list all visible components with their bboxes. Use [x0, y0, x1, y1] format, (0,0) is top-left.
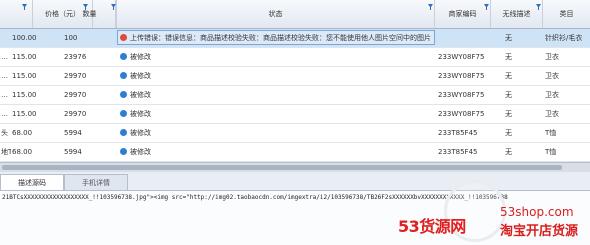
category-cell: 卫衣	[545, 91, 559, 99]
wireless-desc-cell: 无	[505, 72, 512, 80]
filter-icon[interactable]	[111, 4, 116, 10]
watermark-slogan: 淘宝开店货源	[500, 224, 579, 239]
merchant-code-cell: 233WY08F75	[438, 91, 485, 99]
filter-icon[interactable]	[22, 4, 27, 10]
info-icon	[120, 72, 127, 79]
qty-cell: 29970	[64, 110, 87, 118]
filter-icon[interactable]	[428, 4, 433, 10]
price-cell: 115.00	[12, 53, 37, 61]
price-cell: 68.00	[12, 148, 33, 156]
filter-icon[interactable]	[484, 4, 489, 10]
wireless-desc-cell: 无	[505, 34, 512, 42]
category-cell: 卫衣	[545, 110, 559, 118]
price-cell: 115.00	[12, 72, 37, 80]
wireless-desc-cell: 无	[505, 91, 512, 99]
watermark-site: 53shop.com	[500, 205, 574, 219]
tab-source-code[interactable]: 描述源码	[0, 174, 64, 190]
qty-cell: 5994	[64, 148, 82, 156]
status-cell: 被修改	[130, 72, 151, 80]
row-name-fragment: 地T	[1, 148, 11, 156]
wireless-desc-cell: 无	[505, 110, 512, 118]
qty-cell: 23976	[64, 53, 87, 61]
price-cell: 115.00	[12, 110, 37, 118]
tab-mobile-detail[interactable]: 手机详情	[64, 174, 128, 190]
category-cell: T恤	[545, 129, 557, 137]
info-icon	[120, 148, 127, 155]
wireless-desc-cell: 无	[505, 129, 512, 137]
row-name-fragment: …	[1, 72, 8, 80]
table-row[interactable]: … 115.00 29970 被修改 233WY08F75 无 卫衣	[0, 86, 590, 105]
category-cell: 卫衣	[545, 72, 559, 80]
merchant-code-cell: 233WY08F75	[438, 110, 485, 118]
merchant-code-cell: 233WY08F75	[438, 53, 485, 61]
merchant-code-cell: 233T85F45	[438, 148, 478, 156]
filter-icon[interactable]	[536, 4, 541, 10]
table-row[interactable]: 地T 68.00 5994 被修改 233T85F45 无 T恤	[0, 143, 590, 162]
info-icon	[120, 110, 127, 117]
qty-cell: 100	[64, 34, 78, 42]
header-category[interactable]: 类目	[543, 0, 590, 28]
status-cell: 被修改	[130, 91, 151, 99]
wireless-desc-cell: 无	[505, 148, 512, 156]
merchant-code-cell: 233T85F45	[438, 129, 478, 137]
category-cell: 针织衫/毛衣	[545, 34, 583, 42]
detail-tabs: 描述源码 手机详情	[0, 172, 590, 191]
header-prefix	[0, 0, 33, 28]
info-icon	[120, 129, 127, 136]
row-name-fragment: 头	[1, 129, 8, 137]
horizontal-scrollbar[interactable]	[0, 162, 590, 172]
info-icon	[120, 53, 127, 60]
header-qty[interactable]: 数量	[64, 0, 116, 28]
code-line: 21BTCsXXXXXXXXXXXXXXXXXX_!!103596738.jpg…	[2, 194, 508, 201]
status-cell: 被修改	[130, 129, 151, 137]
table-row[interactable]: … 115.00 29970 被修改 233WY08F75 无 卫衣	[0, 105, 590, 124]
info-icon	[120, 91, 127, 98]
merchant-code-cell	[438, 29, 490, 47]
merchant-code-cell: 233WY08F75	[438, 72, 485, 80]
wireless-desc-cell: 无	[505, 53, 512, 61]
table-row[interactable]: … 115.00 23976 被修改 233WY08F75 无 卫衣	[0, 48, 590, 67]
qty-cell: 29970	[64, 72, 87, 80]
category-cell: 卫衣	[545, 53, 559, 61]
header-merchant-code[interactable]: 商家编码	[435, 0, 491, 28]
status-cell: 被修改	[130, 148, 151, 156]
table-row[interactable]: 100.00 100 上传错误：错误信息：商品描述校验失败：商品描述校验失败：您不能…	[0, 29, 590, 48]
table-row[interactable]: 头 68.00 5994 被修改 233T85F45 无 T恤	[0, 124, 590, 143]
status-cell: 上传错误：错误信息：商品描述校验失败：商品描述校验失败：您不能使用他人图片空间中…	[130, 34, 431, 42]
scrollbar-thumb[interactable]	[2, 165, 562, 170]
status-cell: 被修改	[130, 53, 151, 61]
error-icon	[120, 34, 127, 41]
grid-header: 价格（元） 数量 状态 商家编码 无线描述 类目	[0, 0, 590, 29]
row-name-fragment: …	[1, 53, 8, 61]
qty-cell: 29970	[64, 91, 87, 99]
category-cell: T恤	[545, 148, 557, 156]
watermark-brand: 53货源网	[398, 217, 466, 236]
price-cell: 115.00	[12, 91, 37, 99]
header-status[interactable]: 状态	[117, 0, 435, 28]
price-cell: 68.00	[12, 129, 33, 137]
row-name-fragment: …	[1, 91, 8, 99]
qty-cell: 5994	[64, 129, 82, 137]
row-name-fragment: …	[1, 110, 8, 118]
row-name-fragment	[1, 29, 11, 47]
status-cell: 被修改	[130, 110, 151, 118]
table-row[interactable]: … 115.00 29970 被修改 233WY08F75 无 卫衣	[0, 67, 590, 86]
price-cell: 100.00	[12, 34, 37, 42]
